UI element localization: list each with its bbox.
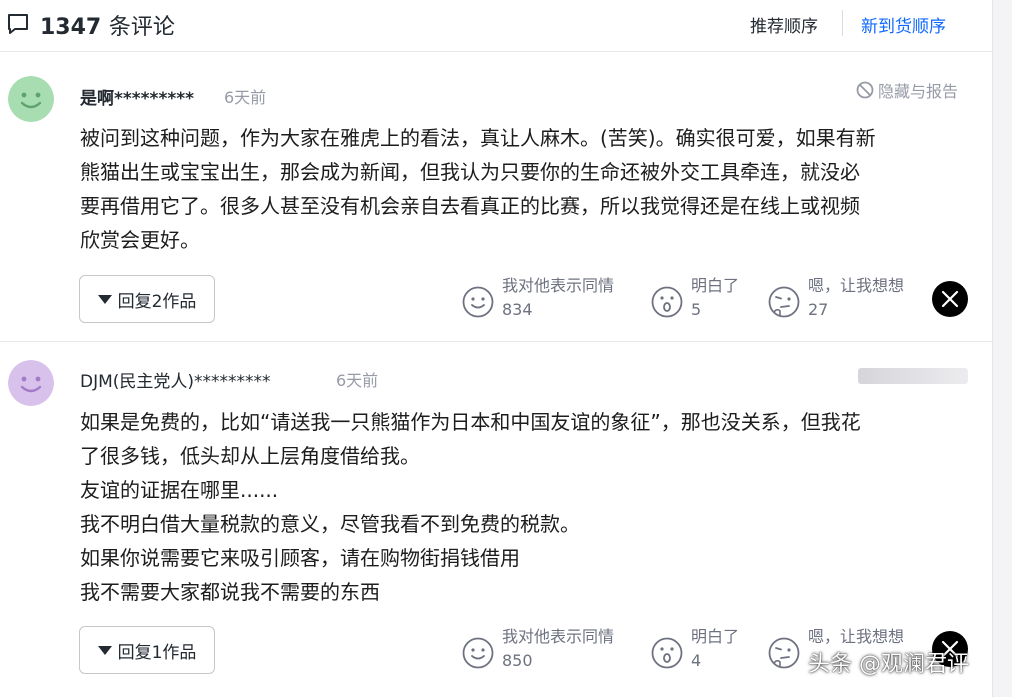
surprised-face-icon: [651, 286, 683, 318]
surprised-face-icon: [651, 637, 683, 669]
comment-line: 友谊的证据在哪里......: [80, 478, 279, 502]
comment-line: 要再借用它了。很多人甚至没有机会亲自去看真正的比赛，所以我觉得还是在线上或视频: [80, 194, 860, 218]
reaction-sympathy-button[interactable]: 我对他表示同情 834: [462, 274, 614, 322]
reaction-count: 834: [502, 300, 533, 319]
hide-report-link[interactable]: [858, 368, 968, 384]
view-replies-button[interactable]: 回复1作品: [79, 626, 215, 674]
reaction-think-button[interactable]: 嗯，让我想想 27: [768, 274, 904, 322]
comment-line: 熊猫出生或宝宝出生，那会成为新闻，但我认为只要你的生命还被外交工具牵连，就没必: [80, 160, 860, 184]
comment-line: 被问到这种问题，作为大家在雅虎上的看法，真让人麻木。(苦笑)。确实很可爱，如果有…: [80, 126, 876, 150]
view-replies-button[interactable]: 回复2作品: [79, 275, 215, 323]
thinking-face-icon: [768, 286, 800, 318]
comment-line: 如果是免费的，比如“请送我一只熊猫作为日本和中国友谊的象征”，那也没关系，但我花: [80, 410, 861, 434]
comment-timestamp: 6天前: [336, 371, 379, 390]
reaction-understood-button[interactable]: 明白了 4: [651, 625, 739, 673]
reaction-label: 我对他表示同情: [502, 276, 615, 295]
comment-line: 欣赏会更好。: [80, 228, 200, 252]
reaction-count: 27: [808, 300, 829, 319]
comment-item: DJM(民主党人)********* 6天前 如果是免费的，比如“请送我一只熊猫…: [0, 342, 992, 697]
reaction-label: 我对他表示同情: [502, 627, 615, 646]
watermark: 头条 @观澜君评: [808, 652, 969, 677]
block-icon: [856, 81, 874, 99]
view-replies-label: 回复2作品: [117, 291, 197, 312]
comment-line: 我不明白借大量税款的意义，尽管我看不到免费的税款。: [80, 512, 580, 536]
comment-username[interactable]: 是啊*********: [80, 84, 194, 109]
comment-line: 我不需要大家都说我不需要的东西: [80, 580, 380, 604]
comment-body: 被问到这种问题，作为大家在雅虎上的看法，真让人麻木。(苦笑)。确实很可爱，如果有…: [80, 121, 980, 257]
reaction-label: 明白了: [691, 276, 740, 295]
x-logo-icon: [941, 290, 959, 308]
reaction-count: 4: [691, 651, 702, 670]
smile-face-icon: [462, 286, 494, 318]
caret-down-icon: [97, 645, 112, 655]
reaction-count: 5: [691, 300, 702, 319]
hide-report-label: 隐藏与报告: [878, 82, 959, 101]
reaction-label: 嗯，让我想想: [808, 276, 905, 295]
reaction-understood-button[interactable]: 明白了 5: [651, 274, 739, 322]
comment-item: 是啊********* 6天前 隐藏与报告 被问到这种问题，作为大家在雅虎上的看…: [0, 0, 992, 340]
comment-username[interactable]: DJM(民主党人)*********: [80, 367, 271, 392]
page-scroll-edge: [992, 0, 1012, 697]
view-replies-label: 回复1作品: [117, 642, 197, 663]
caret-down-icon: [97, 294, 112, 304]
comment-timestamp: 6天前: [224, 88, 267, 107]
reaction-label: 明白了: [691, 627, 740, 646]
thinking-face-icon: [768, 637, 800, 669]
share-x-button[interactable]: [932, 281, 968, 317]
avatar[interactable]: [8, 76, 54, 122]
comment-line: 了很多钱，低头却从上层角度借给我。: [80, 444, 420, 468]
avatar[interactable]: [8, 360, 54, 406]
reaction-sympathy-button[interactable]: 我对他表示同情 850: [462, 625, 614, 673]
hide-report-link[interactable]: 隐藏与报告: [856, 78, 958, 102]
comment-body: 如果是免费的，比如“请送我一只熊猫作为日本和中国友谊的象征”，那也没关系，但我花…: [80, 405, 980, 609]
smile-face-icon: [462, 637, 494, 669]
comment-line: 如果你说需要它来吸引顾客，请在购物街捐钱借用: [80, 546, 520, 570]
reaction-count: 850: [502, 651, 533, 670]
